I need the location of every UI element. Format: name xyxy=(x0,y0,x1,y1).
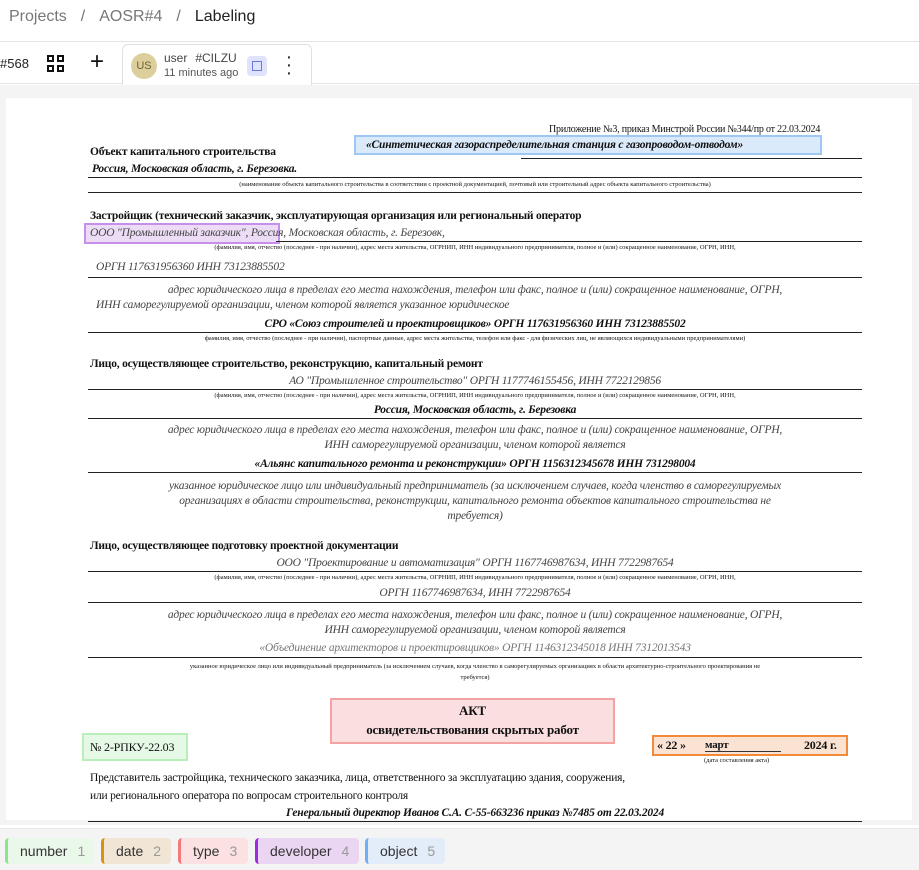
annotation-tab[interactable]: US user #CILZU 11 minutes ago · · · xyxy=(122,44,312,85)
designer-note-1: указанное юридическое лицо или индивидуа… xyxy=(189,663,761,670)
appendix-text: Приложение №3, приказ Минстрой России №3… xyxy=(549,124,821,135)
legal-hint-2: ИНН саморегулируемой организации, членом… xyxy=(324,439,626,451)
breadcrumb-projects[interactable]: Projects xyxy=(9,8,67,26)
act-subtitle: освидетельствования скрытых работ xyxy=(366,722,579,737)
breadcrumb-project[interactable]: AOSR#4 xyxy=(99,8,162,26)
add-annotation-icon[interactable]: + xyxy=(90,48,104,76)
act-title: АКТ xyxy=(459,703,486,718)
user-name: user xyxy=(164,51,188,65)
builder-note-1: указанное юридическое лицо или индивидуа… xyxy=(168,480,782,492)
breadcrumb-separator: / xyxy=(80,8,86,25)
date-hint: (дата составления акта) xyxy=(704,757,770,764)
label-date[interactable]: date 2 xyxy=(101,838,171,864)
label-bar: number 1 date 2 type 3 developer 4 object 5 xyxy=(0,828,919,870)
designer-label: Лицо, осуществляющее подготовку проектно… xyxy=(90,540,399,552)
legal-hint-2: ИНН саморегулируемой организации, членом… xyxy=(96,299,510,311)
builder-address: Россия, Московская область, г. Березовка xyxy=(373,404,577,416)
date-year: 2024 г. xyxy=(804,738,837,752)
designer-ogrn: ОРГН 1167746987634, ИНН 7722987654 xyxy=(379,587,571,599)
person-hint: (фамилия, имя, отчество (последнее - при… xyxy=(214,244,736,251)
designer-note-2: требуется) xyxy=(460,674,490,681)
developer-address: , Россия, Московская область, г. Березов… xyxy=(245,227,445,239)
representative-value: Генеральный директор Иванов С.А. С-55-66… xyxy=(285,807,665,819)
task-id: #568 xyxy=(0,56,29,71)
object-address: Россия, Московская область, г. Березовка… xyxy=(92,163,297,175)
annotation-time: 11 minutes ago xyxy=(164,67,239,79)
labeling-canvas: Приложение №3, приказ Минстрой России №3… xyxy=(0,85,919,825)
legal-hint-2: ИНН саморегулируемой организации, членом… xyxy=(324,624,626,636)
region-icon[interactable] xyxy=(247,56,267,76)
breadcrumb-separator: / xyxy=(176,8,181,25)
representative-label-1: Представитель застройщика, технического … xyxy=(90,772,625,784)
date-day: « 22 » xyxy=(657,738,686,752)
grid-view-icon[interactable] xyxy=(47,55,64,72)
representative-label-2: или регионального оператора по вопросам … xyxy=(90,790,408,802)
legal-hint-1: адрес юридического лица в пределах его м… xyxy=(167,284,783,296)
builder-name: АО "Промышленное строительство" ОРГН 117… xyxy=(289,375,661,387)
builder-note-3: требуется) xyxy=(447,510,503,522)
label-number[interactable]: number 1 xyxy=(5,838,94,864)
developer-sro: СРО «Союз строителей и проектировщиков» … xyxy=(264,318,686,330)
builder-sro: «Альянс капитального ремонта и реконстру… xyxy=(254,458,696,470)
designer-name: ООО "Проектирование и автоматизация" ОРГ… xyxy=(276,557,674,569)
label-developer[interactable]: developer 4 xyxy=(255,838,359,864)
person-hint: (фамилия, имя, отчество (последнее - при… xyxy=(214,574,736,581)
designer-sro: «Объединение архитекторов и проектировщи… xyxy=(259,642,691,654)
document-image[interactable]: Приложение №3, приказ Минстрой России №3… xyxy=(6,98,912,822)
breadcrumb-current: Labeling xyxy=(194,8,256,25)
act-number: № 2-РПКУ-22.03 xyxy=(90,740,175,754)
avatar: US xyxy=(131,53,157,79)
builder-note-2: организациях в области строительства, ре… xyxy=(179,495,771,507)
label-object[interactable]: object 5 xyxy=(365,838,445,864)
annotation-toolbar: #568 + US user #CILZU 11 minutes ago · · · xyxy=(0,41,919,85)
object-hint: (наименование объекта капитального строи… xyxy=(239,181,711,188)
person-hint: (фамилия, имя, отчество (последнее - при… xyxy=(214,392,736,399)
breadcrumb: Projects / AOSR#4 / Labeling xyxy=(9,8,255,26)
developer-label: Застройщик (технический заказчик, эксплу… xyxy=(90,210,582,222)
legal-hint-1: адрес юридического лица в пределах его м… xyxy=(167,609,783,621)
date-month: март xyxy=(705,739,781,752)
builder-label: Лицо, осуществляющее строительство, реко… xyxy=(90,358,483,370)
physical-hint: фамилия, имя, отчество (последнее - при … xyxy=(204,335,746,342)
developer-name: ООО "Промышленный заказчик" xyxy=(90,227,246,239)
object-name: «Синтетическая газораспределительная ста… xyxy=(366,139,744,151)
annotation-code: #CILZU xyxy=(195,51,237,65)
more-options-icon[interactable]: · · · xyxy=(285,47,293,83)
legal-hint-1: адрес юридического лица в пределах его м… xyxy=(167,424,783,436)
object-label: Объект капитального строительства xyxy=(90,146,276,158)
developer-ogrn: ОРГН 117631956360 ИНН 73123885502 xyxy=(96,261,285,273)
label-type[interactable]: type 3 xyxy=(178,838,248,864)
